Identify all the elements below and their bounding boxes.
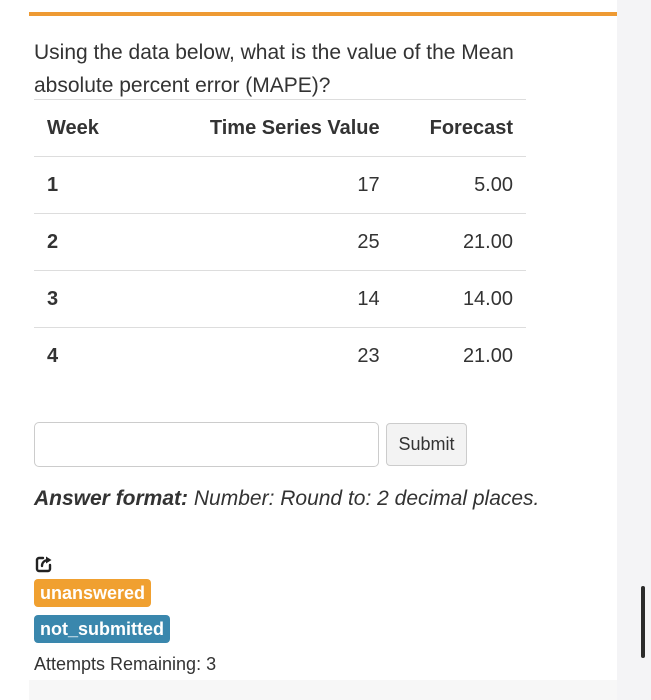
table-row: 2 25 21.00 [34,213,526,271]
page: Using the data below, what is the value … [0,0,651,700]
panel-footer [29,680,617,700]
table-row: 1 17 5.00 [34,156,526,214]
table-row: 3 14 14.00 [34,270,526,328]
cell-forecast: 21.00 [392,327,526,385]
cell-week: 2 [34,213,154,271]
question-text: Using the data below, what is the value … [34,41,514,97]
attempts-remaining: Attempts Remaining: 3 [34,654,217,674]
accent-bar [29,12,617,16]
cell-forecast: 5.00 [392,156,526,214]
table-header-row: Week Time Series Value Forecast [34,99,526,157]
submit-button[interactable]: Submit [386,423,467,466]
cell-forecast: 14.00 [392,270,526,328]
answer-format-text: Number: Round to: 2 decimal places. [193,487,540,510]
cell-week: 3 [34,270,154,328]
header-time-series-value: Time Series Value [154,99,393,157]
data-table: Week Time Series Value Forecast 1 17 5.0… [34,99,526,385]
side-panel [617,0,651,700]
header-forecast: Forecast [392,99,526,157]
answer-format: Answer format: Number: Round to: 2 decim… [34,487,539,511]
cell-value: 17 [154,156,393,214]
share-icon[interactable] [34,554,54,574]
cell-forecast: 21.00 [392,213,526,271]
status-badge-unanswered: unanswered [34,579,152,607]
cell-week: 1 [34,156,154,214]
cell-value: 14 [154,270,393,328]
cell-week: 4 [34,327,154,385]
status-badge-not-submitted: not_submitted [34,615,170,643]
answer-input[interactable] [34,422,379,467]
cell-value: 23 [154,327,393,385]
header-week: Week [34,99,154,157]
cell-value: 25 [154,213,393,271]
table-row: 4 23 21.00 [34,327,526,385]
scrollbar-thumb[interactable] [641,586,645,658]
answer-format-label: Answer format: [34,487,189,510]
